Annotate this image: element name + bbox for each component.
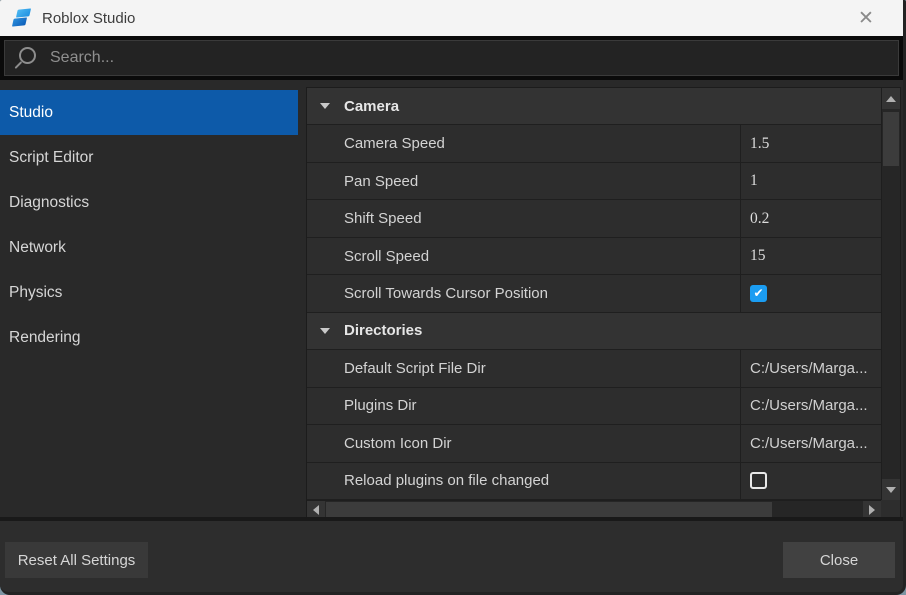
content-area: Studio Script Editor Diagnostics Network Phy… xyxy=(0,80,903,524)
property-name: Pan Speed xyxy=(307,163,740,199)
value-text: C:/Users/Marga... xyxy=(750,435,868,452)
window-close-icon[interactable]: ✕ xyxy=(853,5,879,31)
scroll-up-button[interactable] xyxy=(882,88,900,109)
property-value[interactable]: C:/Users/Marga... xyxy=(740,350,881,386)
sidebar-item-script-editor[interactable]: Script Editor xyxy=(0,135,300,180)
property-value[interactable]: 1.5 xyxy=(740,125,881,161)
property-row-custom-icon-dir: Custom Icon Dir C:/Users/Marga... xyxy=(307,425,881,462)
sidebar-item-diagnostics[interactable]: Diagnostics xyxy=(0,180,300,225)
sidebar-item-label: Diagnostics xyxy=(9,194,89,212)
dialog-footer: Reset All Settings Close xyxy=(0,517,903,592)
property-name: Scroll Speed xyxy=(307,238,740,274)
checkbox-checked[interactable]: ✔ xyxy=(750,285,767,302)
sidebar-item-physics[interactable]: Physics xyxy=(0,270,300,315)
property-name: Scroll Towards Cursor Position xyxy=(307,275,740,311)
value-text: 1.5 xyxy=(750,135,769,153)
search-strip xyxy=(0,36,903,80)
property-name: Plugins Dir xyxy=(307,388,740,424)
section-label: Directories xyxy=(344,322,422,339)
reset-all-settings-button[interactable]: Reset All Settings xyxy=(5,542,148,578)
property-value[interactable]: C:/Users/Marga... xyxy=(740,388,881,424)
property-row-plugins-dir: Plugins Dir C:/Users/Marga... xyxy=(307,388,881,425)
property-value[interactable]: 15 xyxy=(740,238,881,274)
sidebar-item-label: Script Editor xyxy=(9,149,93,167)
property-name: Default Script File Dir xyxy=(307,350,740,386)
property-row-scroll-towards-cursor-position: Scroll Towards Cursor Position ✔ xyxy=(307,275,881,312)
sidebar-item-label: Network xyxy=(9,239,66,257)
property-row-scroll-speed: Scroll Speed 15 xyxy=(307,238,881,275)
collapse-arrow-icon[interactable] xyxy=(320,328,330,334)
property-row-pan-speed: Pan Speed 1 xyxy=(307,163,881,200)
scroll-down-button[interactable] xyxy=(882,479,900,500)
sidebar-item-label: Physics xyxy=(9,284,62,302)
arrow-right-icon xyxy=(869,505,875,515)
section-header-directories[interactable]: Directories xyxy=(307,313,881,350)
value-text: 0.2 xyxy=(750,210,769,228)
search-icon xyxy=(14,45,38,71)
search-input[interactable] xyxy=(48,48,898,68)
settings-category-sidebar: Studio Script Editor Diagnostics Network Phy… xyxy=(0,80,300,524)
section-label: Camera xyxy=(344,98,399,115)
vertical-scrollbar[interactable] xyxy=(881,88,900,500)
property-row-reload-plugins-on-file-changed: Reload plugins on file changed xyxy=(307,463,881,500)
sidebar-item-label: Studio xyxy=(9,104,53,122)
properties-panel: Camera Camera Speed 1.5 Pan Speed 1 Shift Spe… xyxy=(306,87,901,520)
sidebar-item-studio[interactable]: Studio xyxy=(0,90,298,135)
section-header-camera[interactable]: Camera xyxy=(307,88,881,125)
property-value[interactable]: ✔ xyxy=(740,275,881,311)
collapse-arrow-icon[interactable] xyxy=(320,103,330,109)
properties-rows: Camera Camera Speed 1.5 Pan Speed 1 Shift Spe… xyxy=(307,88,881,500)
property-row-default-script-file-dir: Default Script File Dir C:/Users/Marga... xyxy=(307,350,881,387)
title-bar: Roblox Studio ✕ xyxy=(0,0,903,36)
value-text: C:/Users/Marga... xyxy=(750,397,868,414)
property-value[interactable]: 1 xyxy=(740,163,881,199)
close-button[interactable]: Close xyxy=(783,542,895,578)
value-text: C:/Users/Marga... xyxy=(750,360,868,377)
property-value[interactable]: 0.2 xyxy=(740,200,881,236)
checkbox-unchecked[interactable] xyxy=(750,472,767,489)
sidebar-item-label: Rendering xyxy=(9,329,81,347)
property-name: Shift Speed xyxy=(307,200,740,236)
property-row-shift-speed: Shift Speed 0.2 xyxy=(307,200,881,237)
property-name: Camera Speed xyxy=(307,125,740,161)
sidebar-item-network[interactable]: Network xyxy=(0,225,300,270)
window-title: Roblox Studio xyxy=(42,10,853,27)
search-box xyxy=(4,40,899,76)
sidebar-item-rendering[interactable]: Rendering xyxy=(0,315,300,360)
value-text: 1 xyxy=(750,172,758,190)
property-row-camera-speed: Camera Speed 1.5 xyxy=(307,125,881,162)
horizontal-scrollbar-thumb[interactable] xyxy=(326,502,772,518)
settings-dialog: Roblox Studio ✕ Studio Script Editor Diagn… xyxy=(0,0,906,595)
arrow-up-icon xyxy=(886,96,896,102)
roblox-studio-logo-icon xyxy=(12,8,32,28)
vertical-scrollbar-thumb[interactable] xyxy=(883,112,899,166)
arrow-down-icon xyxy=(886,487,896,493)
property-name: Reload plugins on file changed xyxy=(307,463,740,499)
arrow-left-icon xyxy=(313,505,319,515)
value-text: 15 xyxy=(750,247,766,265)
property-value[interactable]: C:/Users/Marga... xyxy=(740,425,881,461)
property-name: Custom Icon Dir xyxy=(307,425,740,461)
property-value[interactable] xyxy=(740,463,881,499)
